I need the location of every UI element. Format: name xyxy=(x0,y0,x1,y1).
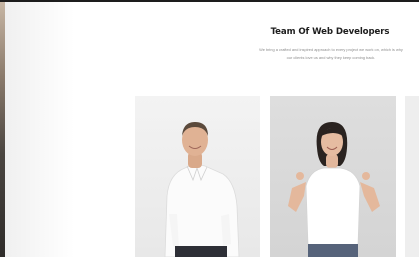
section-description-line-1: We bring a crafted and inspired approach… xyxy=(259,47,403,52)
team-member-card-3[interactable] xyxy=(405,96,419,257)
section-description-line-2: our clients love us and why they keep co… xyxy=(286,55,376,60)
man-portrait-photo xyxy=(164,122,240,257)
section-description: We bring a crafted and inspired approach… xyxy=(236,46,419,62)
team-member-card-2[interactable] xyxy=(270,96,396,257)
team-member-card-1[interactable] xyxy=(135,96,260,257)
side-shadow xyxy=(5,0,75,257)
woman-portrait-photo xyxy=(288,122,380,257)
section-title: Team Of Web Developers xyxy=(270,27,390,37)
